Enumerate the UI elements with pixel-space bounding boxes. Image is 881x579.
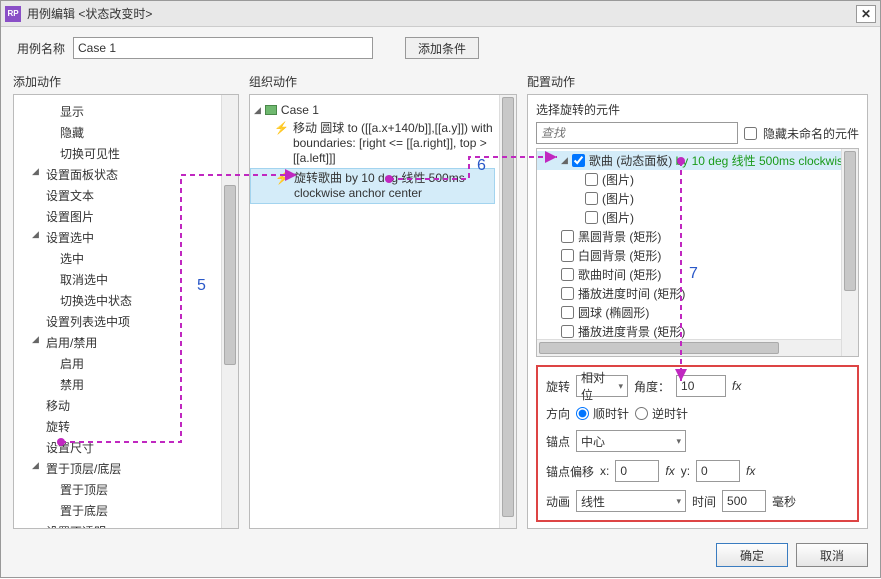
scrollbar-v[interactable] [841, 149, 858, 356]
action-item[interactable]: 启用 [18, 353, 221, 374]
cw-radio[interactable]: 顺时针 [576, 405, 629, 422]
config-box: 旋转 相对位 角度： fx 方向 顺时针 逆时针 锚点 [536, 365, 859, 522]
action-item[interactable]: 隐藏 [18, 122, 221, 143]
angle-label: 角度： [634, 378, 670, 395]
scrollbar-v[interactable] [221, 95, 238, 528]
dialog-title: 用例编辑 <状态改变时> [27, 5, 856, 22]
action-item[interactable]: 设置尺寸 [18, 437, 221, 458]
action-item[interactable]: 设置面板状态 [18, 164, 221, 185]
action-group[interactable]: 启用/禁用 [18, 332, 221, 353]
elem-row[interactable]: 歌曲时间 (矩形) [537, 265, 841, 284]
time-unit: 毫秒 [772, 493, 796, 510]
offset-y-input[interactable] [696, 460, 740, 482]
case-icon [265, 105, 277, 115]
elem-row[interactable]: (图片) [537, 189, 841, 208]
elem-row[interactable]: (图片) [537, 208, 841, 227]
elem-row[interactable]: 播放进度背景 (矩形) [537, 322, 841, 339]
offset-label: 锚点偏移 [546, 463, 594, 480]
elem-checkbox[interactable] [572, 154, 585, 167]
elem-checkbox[interactable] [561, 287, 574, 300]
elem-checkbox[interactable] [585, 211, 598, 224]
action-group[interactable]: 设置选中 [18, 227, 221, 248]
rotate-mode-select[interactable]: 相对位 [576, 375, 628, 397]
collapse-icon: ◢ [254, 105, 261, 116]
search-input[interactable] [536, 122, 738, 144]
anchor-label: 锚点 [546, 433, 570, 450]
action-item[interactable]: 切换选中状态 [18, 290, 221, 311]
direction-label: 方向 [546, 405, 570, 422]
scrollbar-h[interactable] [537, 339, 841, 356]
fx-button[interactable]: fx [665, 464, 674, 478]
elem-checkbox[interactable] [561, 268, 574, 281]
elem-checkbox[interactable] [561, 230, 574, 243]
anchor-select[interactable]: 中心 [576, 430, 686, 452]
action-item[interactable]: 设置列表选中项 [18, 311, 221, 332]
mid-column-title: 组织动作 [249, 73, 517, 90]
elem-row[interactable]: 白圆背景 (矩形) [537, 246, 841, 265]
cancel-button[interactable]: 取消 [796, 543, 868, 567]
titlebar: RP 用例编辑 <状态改变时> ✕ [1, 1, 880, 27]
hide-unnamed-label: 隐藏未命名的元件 [763, 125, 859, 142]
action-item[interactable]: 设置文本 [18, 185, 221, 206]
offset-x-input[interactable] [615, 460, 659, 482]
action-item[interactable]: 切换可见性 [18, 143, 221, 164]
action-item[interactable]: 旋转 [18, 416, 221, 437]
elem-checkbox[interactable] [561, 249, 574, 262]
elem-row[interactable]: (图片) [537, 170, 841, 189]
case-label: Case 1 [281, 103, 319, 117]
anim-label: 动画 [546, 493, 570, 510]
select-element-label: 选择旋转的元件 [536, 101, 859, 118]
elem-checkbox[interactable] [561, 325, 574, 338]
case-name-row: 用例名称 添加条件 [1, 27, 880, 69]
app-logo: RP [5, 6, 21, 22]
action-item[interactable]: 显示 [18, 101, 221, 122]
elem-checkbox[interactable] [561, 306, 574, 319]
action-row-move[interactable]: ⚡ 移动 圆球 to ([[a.x+140/b]],[[a.y]]) with … [254, 119, 495, 168]
action-item[interactable]: 选中 [18, 248, 221, 269]
anim-select[interactable]: 线性 [576, 490, 686, 512]
action-item[interactable]: 移动 [18, 395, 221, 416]
actions-panel: 显示 隐藏 切换可见性 设置面板状态 设置文本 设置图片 设置选中 选中 取消选… [13, 94, 239, 529]
hide-unnamed-checkbox[interactable] [744, 127, 757, 140]
case-name-input[interactable] [73, 37, 373, 59]
case-row[interactable]: ◢ Case 1 [254, 101, 495, 119]
rotate-label: 旋转 [546, 378, 570, 395]
action-item[interactable]: 设置图片 [18, 206, 221, 227]
bolt-icon: ⚡ [274, 121, 289, 135]
left-column-title: 添加动作 [13, 73, 239, 90]
config-panel: 选择旋转的元件 隐藏未命名的元件 ◢歌曲 (动态面板) by 10 deg 线性… [527, 94, 868, 529]
time-input[interactable] [722, 490, 766, 512]
action-item[interactable]: 禁用 [18, 374, 221, 395]
ok-button[interactable]: 确定 [716, 543, 788, 567]
fx-button[interactable]: fx [732, 379, 741, 393]
element-list: ◢歌曲 (动态面板) by 10 deg 线性 500ms clockwise … [536, 148, 859, 357]
close-button[interactable]: ✕ [856, 5, 876, 23]
action-item[interactable]: 置于顶层 [18, 479, 221, 500]
angle-input[interactable] [676, 375, 726, 397]
elem-row[interactable]: ◢歌曲 (动态面板) by 10 deg 线性 500ms clockwise … [537, 151, 841, 170]
elem-row[interactable]: 圆球 (椭圆形) [537, 303, 841, 322]
x-label: x: [600, 464, 609, 478]
elem-row[interactable]: 播放进度时间 (矩形) [537, 284, 841, 303]
y-label: y: [681, 464, 690, 478]
case-name-label: 用例名称 [17, 40, 65, 57]
footer: 确定 取消 [1, 537, 880, 577]
right-column-title: 配置动作 [527, 73, 868, 90]
elem-row[interactable]: 黑圆背景 (矩形) [537, 227, 841, 246]
time-label: 时间 [692, 493, 716, 510]
elem-checkbox[interactable] [585, 192, 598, 205]
action-row-rotate[interactable]: ⚡ 旋转歌曲 by 10 deg 线性 500ms clockwise anch… [250, 168, 495, 204]
action-item[interactable]: 设置不透明 [18, 521, 221, 528]
organize-panel: ◢ Case 1 ⚡ 移动 圆球 to ([[a.x+140/b]],[[a.y… [249, 94, 517, 529]
add-condition-button[interactable]: 添加条件 [405, 37, 479, 59]
close-icon: ✕ [861, 7, 871, 21]
scrollbar-v[interactable] [499, 95, 516, 528]
fx-button[interactable]: fx [746, 464, 755, 478]
action-group[interactable]: 置于顶层/底层 [18, 458, 221, 479]
action-item[interactable]: 取消选中 [18, 269, 221, 290]
action-item[interactable]: 置于底层 [18, 500, 221, 521]
ccw-radio[interactable]: 逆时针 [635, 405, 688, 422]
elem-checkbox[interactable] [585, 173, 598, 186]
bolt-icon: ⚡ [275, 171, 290, 185]
